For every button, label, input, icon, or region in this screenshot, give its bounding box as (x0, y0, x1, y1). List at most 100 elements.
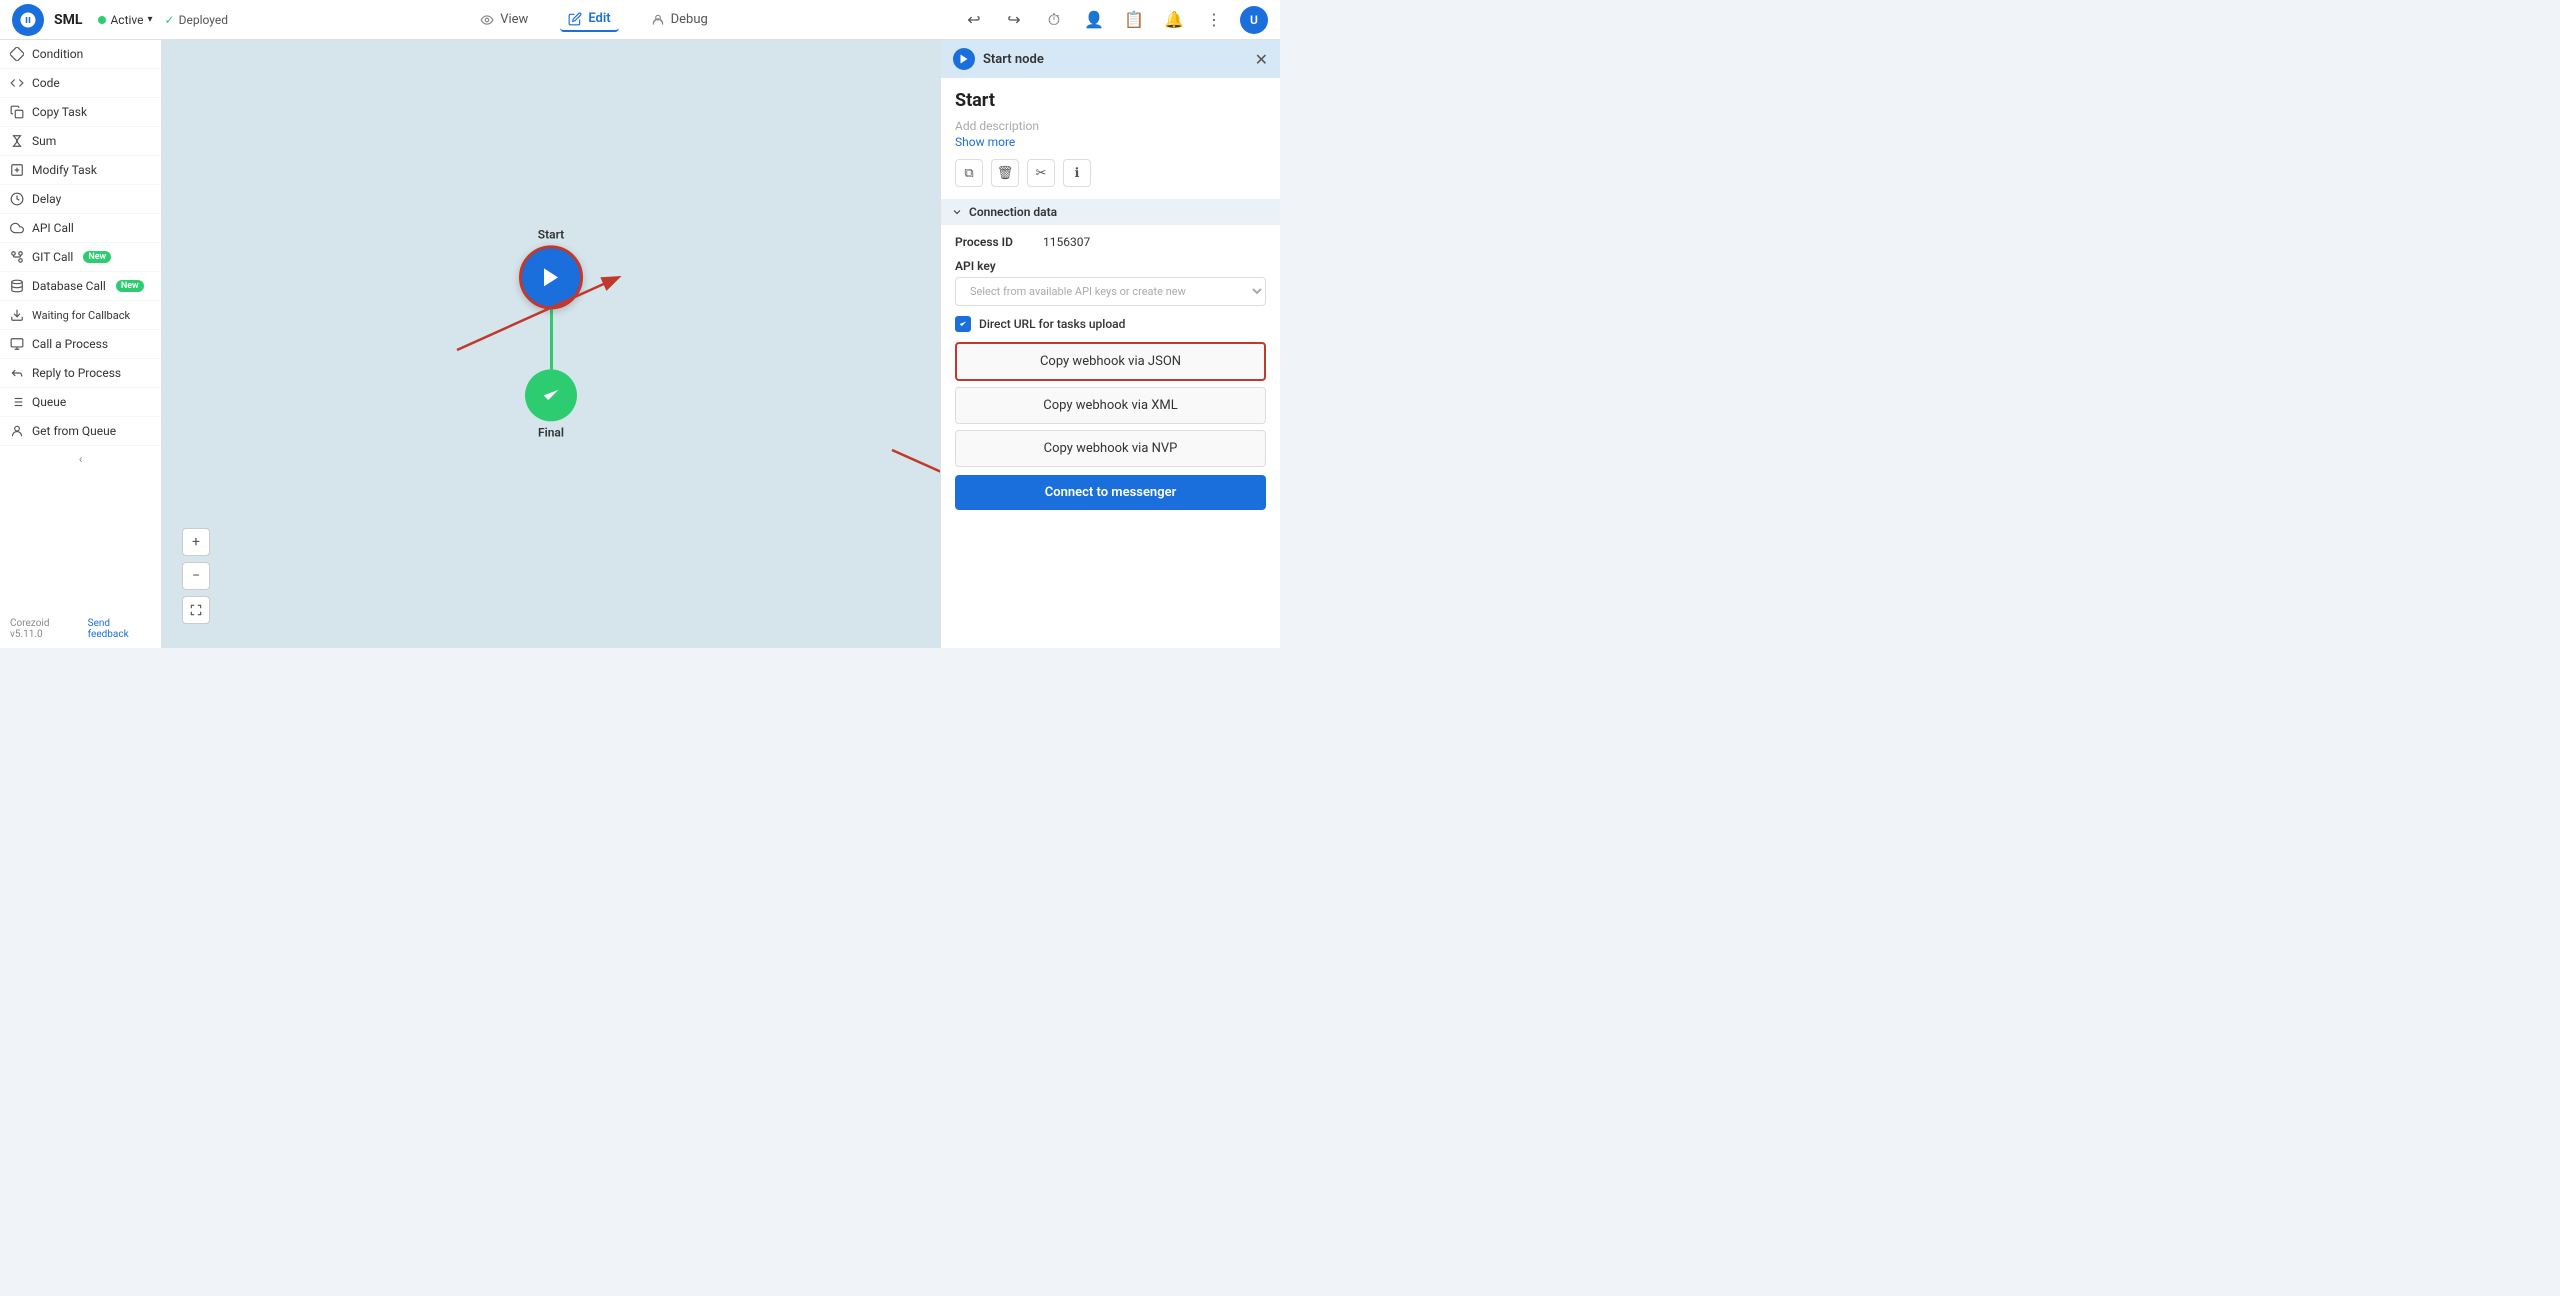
direct-url-row: Direct URL for tasks upload (955, 316, 1266, 332)
process-id-value: 1156307 (1043, 235, 1090, 249)
version-label: Corezoid v5.11.0 (10, 618, 82, 640)
process-id-row: Process ID 1156307 (955, 235, 1266, 249)
sidebar-item-sum[interactable]: Sum (0, 127, 161, 156)
sidebar-item-code[interactable]: Code (0, 69, 161, 98)
panel-body: Start Add description Show more ⧉ 🗑 ✂ ℹ … (941, 78, 1280, 522)
sidebar-label-code: Code (32, 76, 60, 90)
sidebar-collapse-btn[interactable]: ‹ (0, 446, 161, 472)
nav-edit-label: Edit (588, 11, 610, 26)
sidebar-item-copy-task[interactable]: Copy Task (0, 98, 161, 127)
sidebar-label-get-queue: Get from Queue (32, 424, 116, 438)
sidebar-label-api-call: API Call (32, 221, 74, 235)
app-logo (12, 4, 44, 36)
sidebar: Condition Code Copy Task Sum Modify Task… (0, 40, 162, 648)
panel-node-name: Start (955, 90, 1266, 111)
flow-container: Start Final (519, 227, 583, 439)
copy-webhook-nvp-btn[interactable]: Copy webhook via NVP (955, 430, 1266, 467)
sidebar-item-api-call[interactable]: API Call (0, 214, 161, 243)
connection-data-label: Connection data (969, 205, 1057, 219)
right-panel: Start node ✕ Start Add description Show … (940, 40, 1280, 648)
connection-data-section[interactable]: Connection data (941, 199, 1280, 225)
delete-node-btn[interactable]: 🗑 (991, 159, 1019, 187)
sidebar-item-reply-process[interactable]: Reply to Process (0, 359, 161, 388)
api-key-select[interactable]: Select from available API keys or create… (955, 277, 1266, 306)
start-node[interactable] (519, 245, 583, 309)
bell-btn[interactable]: 🔔 (1160, 6, 1188, 34)
sidebar-label-modify-task: Modify Task (32, 163, 97, 177)
panel-description: Add description (955, 119, 1266, 133)
sidebar-footer: Corezoid v5.11.0 Send feedback (0, 610, 161, 648)
user-settings-btn[interactable]: 👤 (1080, 6, 1108, 34)
chevron-down-icon: ▾ (148, 14, 153, 25)
nav-debug-btn[interactable]: Debug (643, 8, 716, 31)
sidebar-item-waiting-callback[interactable]: Waiting for Callback (0, 301, 161, 330)
send-feedback-link[interactable]: Send feedback (88, 618, 151, 640)
avatar: U (1240, 6, 1268, 34)
status-deployed: ✓ Deployed (165, 13, 228, 27)
panel-close-btn[interactable]: ✕ (1255, 50, 1268, 69)
sidebar-item-delay[interactable]: Delay (0, 185, 161, 214)
zoom-out-btn[interactable]: − (182, 562, 210, 590)
sidebar-label-condition: Condition (32, 47, 83, 61)
nav-view-btn[interactable]: View (472, 8, 536, 31)
sidebar-label-git-call: GIT Call (32, 250, 73, 264)
topbar-right: ↩ ↪ ⏱ 👤 📋 🔔 ⋮ U (960, 6, 1268, 34)
process-id-label: Process ID (955, 235, 1035, 249)
status-active[interactable]: Active ▾ (98, 13, 152, 27)
panel-header-title: Start node (983, 52, 1247, 67)
final-node-label: Final (538, 425, 564, 439)
connect-messenger-btn[interactable]: Connect to messenger (955, 475, 1266, 510)
sidebar-label-database-call: Database Call (32, 279, 106, 293)
sidebar-label-reply-process: Reply to Process (32, 366, 121, 380)
direct-url-label: Direct URL for tasks upload (979, 317, 1125, 331)
status-bar: Active ▾ ✓ Deployed (98, 13, 228, 27)
connector-line (550, 309, 553, 369)
check-icon: ✓ (165, 13, 175, 27)
info-btn[interactable]: ℹ (1063, 159, 1091, 187)
sidebar-label-call-process: Call a Process (32, 337, 108, 351)
topbar: SML Active ▾ ✓ Deployed View Edit Debug … (0, 0, 1280, 40)
copy-webhook-json-btn[interactable]: Copy webhook via JSON (955, 342, 1266, 381)
direct-url-checkbox[interactable] (955, 316, 971, 332)
panel-header-icon (953, 48, 975, 70)
active-label: Active (110, 13, 143, 27)
app-title: SML (54, 12, 82, 28)
sidebar-item-condition[interactable]: Condition (0, 40, 161, 69)
final-node[interactable] (525, 369, 577, 421)
sidebar-item-get-queue[interactable]: Get from Queue (0, 417, 161, 446)
sidebar-item-modify-task[interactable]: Modify Task (0, 156, 161, 185)
sidebar-label-sum: Sum (32, 134, 56, 148)
nav-debug-label: Debug (671, 12, 708, 27)
sidebar-label-waiting-callback: Waiting for Callback (32, 309, 130, 322)
sidebar-label-queue: Queue (32, 395, 66, 409)
sidebar-label-copy-task: Copy Task (32, 105, 87, 119)
more-btn[interactable]: ⋮ (1200, 6, 1228, 34)
cut-node-btn[interactable]: ✂ (1027, 159, 1055, 187)
copy-webhook-xml-btn[interactable]: Copy webhook via XML (955, 387, 1266, 424)
redo-btn[interactable]: ↪ (1000, 6, 1028, 34)
undo-btn[interactable]: ↩ (960, 6, 988, 34)
api-key-section: API key Select from available API keys o… (955, 259, 1266, 306)
sidebar-item-call-process[interactable]: Call a Process (0, 330, 161, 359)
timer-btn[interactable]: ⏱ (1040, 6, 1068, 34)
notes-btn[interactable]: 📋 (1120, 6, 1148, 34)
panel-header: Start node ✕ (941, 40, 1280, 78)
show-more-btn[interactable]: Show more (955, 135, 1266, 149)
api-key-label: API key (955, 259, 1266, 273)
start-node-label: Start (538, 227, 564, 241)
sidebar-item-git-call[interactable]: GIT Call New (0, 243, 161, 272)
fit-btn[interactable] (182, 596, 210, 624)
badge-db-new: New (116, 280, 144, 292)
badge-git-new: New (83, 251, 111, 263)
sidebar-item-queue[interactable]: Queue (0, 388, 161, 417)
nav-center: View Edit Debug (228, 7, 960, 32)
zoom-in-btn[interactable]: + (182, 528, 210, 556)
sidebar-item-database-call[interactable]: Database Call New (0, 272, 161, 301)
nav-edit-btn[interactable]: Edit (560, 7, 618, 32)
main-layout: Condition Code Copy Task Sum Modify Task… (0, 40, 1280, 648)
sidebar-label-delay: Delay (32, 192, 61, 206)
deployed-label: Deployed (179, 13, 228, 27)
panel-toolbar: ⧉ 🗑 ✂ ℹ (955, 159, 1266, 187)
copy-node-btn[interactable]: ⧉ (955, 159, 983, 187)
canvas: Start Final + − (162, 40, 940, 648)
